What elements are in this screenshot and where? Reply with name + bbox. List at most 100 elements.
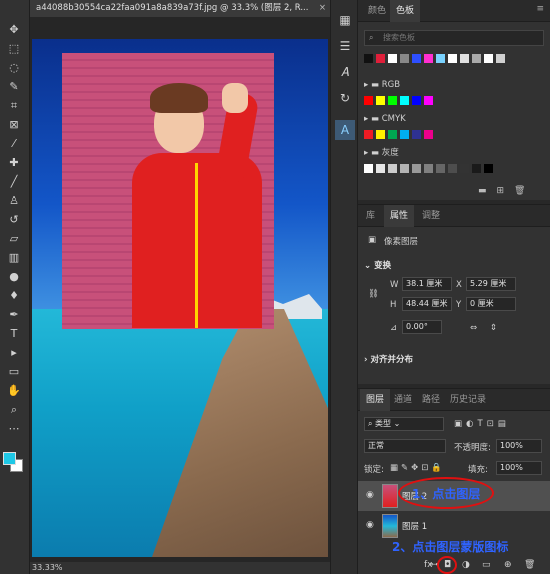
marquee-tool-icon[interactable]: ⬚ (4, 41, 24, 57)
color-swatch[interactable] (400, 164, 409, 173)
color-swatch[interactable] (424, 164, 433, 173)
transform-heading[interactable]: ⌄ 变换 (364, 259, 391, 271)
swatch-group-grayscale[interactable]: ▸ ▬ 灰度 (364, 146, 399, 160)
new-layer-icon[interactable]: ⊕ (504, 560, 512, 570)
color-swatch[interactable] (388, 130, 397, 139)
color-swatch[interactable] (460, 54, 469, 63)
color-swatch[interactable] (376, 96, 385, 105)
x-field[interactable]: 5.29 厘米 (466, 277, 516, 291)
tab-properties[interactable]: 属性 (384, 205, 415, 227)
height-field[interactable]: 48.44 厘米 (402, 297, 452, 311)
tab-layers[interactable]: 图层 (360, 389, 391, 411)
color-swatch[interactable] (376, 164, 385, 173)
visibility-eye-icon[interactable]: ◉ (366, 490, 374, 500)
swatch-group-rgb[interactable]: ▸ ▬ RGB (364, 78, 400, 92)
document-canvas[interactable] (32, 39, 328, 557)
color-swatch[interactable] (424, 54, 433, 63)
swatch-search-input[interactable]: ⌕ 搜索色板 (364, 30, 544, 46)
type-tool-icon[interactable]: T (4, 326, 24, 342)
close-document-icon[interactable]: × (319, 0, 326, 17)
layer-row-layer1[interactable]: ◉ 图层 1 (358, 511, 550, 541)
color-swatch[interactable] (436, 164, 445, 173)
gradient-tool-icon[interactable]: ▥ (4, 250, 24, 266)
flip-vertical-icon[interactable]: ⇕ (490, 323, 497, 333)
lock-icons[interactable]: ▦✎✥⊡🔒 (390, 463, 445, 473)
zoom-tool-icon[interactable]: ⌕ (4, 402, 24, 418)
swatches-grid-icon[interactable]: ▦ (335, 10, 355, 30)
opacity-field[interactable]: 100% (496, 439, 542, 453)
canvas-area[interactable] (30, 17, 330, 562)
color-swatch[interactable] (400, 96, 409, 105)
tab-paths[interactable]: 路径 (416, 389, 446, 411)
color-swatch[interactable] (496, 54, 505, 63)
character-type-icon[interactable]: 𝐴 (335, 62, 355, 82)
move-tool-icon[interactable]: ✥ (4, 22, 24, 38)
color-swatch[interactable] (364, 130, 373, 139)
y-field[interactable]: 0 厘米 (466, 297, 516, 311)
color-swatch[interactable] (472, 164, 481, 173)
dodge-tool-icon[interactable]: ♦ (4, 288, 24, 304)
document-tab[interactable]: a44088b30554ca22faa091a8a839a73f.jpg @ 3… (30, 0, 330, 17)
hand-tool-icon[interactable]: ✋ (4, 383, 24, 399)
color-swatch[interactable] (388, 164, 397, 173)
zoom-level[interactable]: 33.33% (32, 563, 63, 572)
lasso-tool-icon[interactable]: ◌ (4, 60, 24, 76)
brush-tool-icon[interactable]: ╱ (4, 174, 24, 190)
tab-channels[interactable]: 通道 (388, 389, 418, 411)
tab-libraries[interactable]: 库 (360, 205, 381, 227)
color-swatch[interactable] (376, 130, 385, 139)
color-swatch[interactable] (400, 130, 409, 139)
healing-brush-tool-icon[interactable]: ✚ (4, 155, 24, 171)
rectangle-tool-icon[interactable]: ▭ (4, 364, 24, 380)
path-select-tool-icon[interactable]: ▸ (4, 345, 24, 361)
adjustment-layer-icon[interactable]: ◑ (462, 560, 470, 570)
history-brush-tool-icon[interactable]: ↺ (4, 212, 24, 228)
color-swatch[interactable] (448, 164, 457, 173)
history-icon[interactable]: ↻ (335, 88, 355, 108)
adjust-sliders-icon[interactable]: ☰ (335, 36, 355, 56)
tab-swatches[interactable]: 色板 (390, 0, 421, 22)
color-swatch[interactable] (424, 96, 433, 105)
color-swatch[interactable] (484, 54, 493, 63)
layer-filter-icons[interactable]: ▣◐T⊡▤ (454, 419, 510, 429)
crop-tool-icon[interactable]: ⌗ (4, 98, 24, 114)
color-swatch[interactable] (448, 54, 457, 63)
fx-label[interactable]: fx (424, 560, 433, 570)
swatch-group-cmyk[interactable]: ▸ ▬ CMYK (364, 112, 406, 126)
quick-select-tool-icon[interactable]: ✎ (4, 79, 24, 95)
angle-field[interactable]: 0.00° (402, 320, 442, 334)
color-swatch[interactable] (412, 164, 421, 173)
color-swatch[interactable] (412, 96, 421, 105)
tab-adjustments[interactable]: 调整 (416, 205, 446, 227)
color-swatch[interactable] (424, 130, 433, 139)
layer-filter-dropdown[interactable]: ⌕ 类型 ⌄ (364, 417, 444, 431)
swatch-footer-icons[interactable]: ▬⊞🗑 (478, 186, 535, 196)
align-distribute-heading[interactable]: › 对齐并分布 (364, 353, 413, 365)
foreground-color-swatch[interactable] (3, 452, 16, 465)
color-swatch[interactable] (364, 96, 373, 105)
color-swatch[interactable] (412, 130, 421, 139)
clone-stamp-tool-icon[interactable]: ♙ (4, 193, 24, 209)
color-swatch[interactable] (376, 54, 385, 63)
panel-menu-icon[interactable]: ≡ (536, 4, 544, 14)
eraser-tool-icon[interactable]: ▱ (4, 231, 24, 247)
width-field[interactable]: 38.1 厘米 (402, 277, 452, 291)
visibility-eye-icon[interactable]: ◉ (366, 520, 374, 530)
pen-tool-icon[interactable]: ✒ (4, 307, 24, 323)
color-swatch[interactable] (460, 164, 469, 173)
color-swatch[interactable] (388, 96, 397, 105)
tab-color[interactable]: 颜色 (362, 0, 392, 22)
color-swatch[interactable] (400, 54, 409, 63)
tab-history[interactable]: 历史记录 (444, 389, 492, 411)
color-swatch[interactable] (412, 54, 421, 63)
flip-horizontal-icon[interactable]: ⇔ (470, 323, 477, 333)
color-swatch[interactable] (484, 164, 493, 173)
color-swatch[interactable] (436, 54, 445, 63)
more-tools-icon[interactable]: ⋯ (4, 421, 24, 437)
adobe-fonts-icon[interactable]: A (335, 120, 355, 140)
color-swatch[interactable] (388, 54, 397, 63)
color-swatch[interactable] (364, 164, 373, 173)
color-swatch[interactable] (472, 54, 481, 63)
color-swatch[interactable] (364, 54, 373, 63)
link-dimensions-icon[interactable]: ⛓ (368, 289, 379, 299)
